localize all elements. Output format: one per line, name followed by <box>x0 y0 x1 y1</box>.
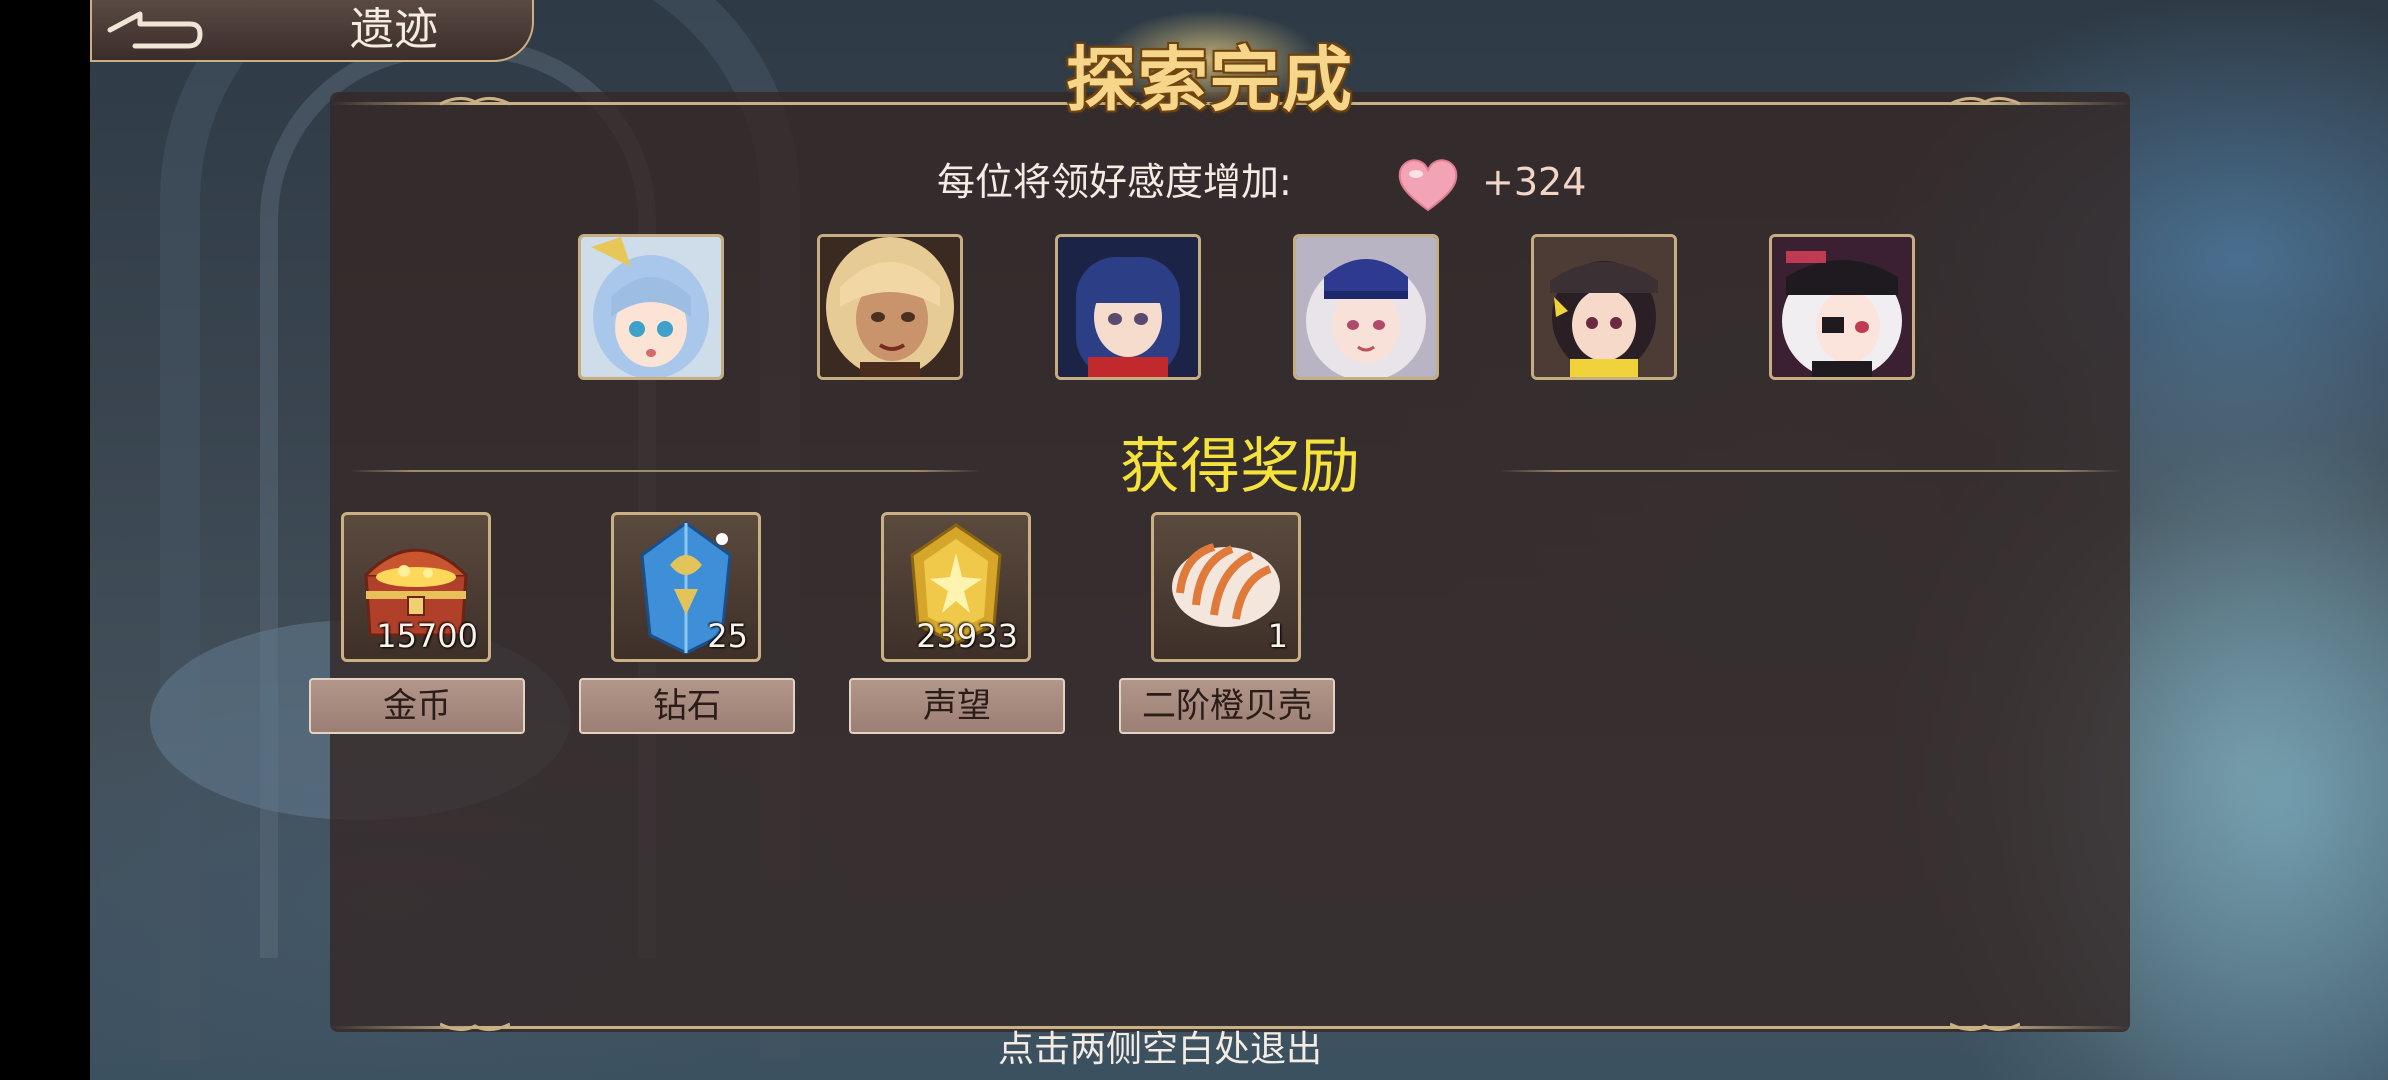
corner-ornament-icon <box>440 97 510 106</box>
reward-item-shell[interactable]: 1 <box>1151 512 1301 662</box>
reward-name-label: 金币 <box>309 678 525 734</box>
banner-title: 探索完成 <box>1066 39 1354 121</box>
character-2-avatar-icon <box>820 237 960 377</box>
reward-count: 23933 <box>916 617 1018 655</box>
character-portrait <box>817 234 963 380</box>
page-title: 遗迹 <box>350 4 438 55</box>
character-1-avatar-icon <box>581 237 721 377</box>
character-5-avatar-icon <box>1534 237 1674 377</box>
reward-divider-left <box>350 470 980 472</box>
character-3-avatar-icon <box>1058 237 1198 377</box>
character-portrait <box>1293 234 1439 380</box>
affection-label: 每位将领好感度增加: <box>937 160 1292 204</box>
exit-hint: 点击两侧空白处退出 <box>997 1029 1322 1070</box>
back-arrow-icon[interactable] <box>100 4 210 56</box>
reward-count: 15700 <box>376 617 478 655</box>
reward-section-title: 获得奖励 <box>1120 432 1360 502</box>
corner-ornament-icon <box>1950 1022 2020 1031</box>
character-portrait <box>1531 234 1677 380</box>
reward-name-label: 钻石 <box>579 678 795 734</box>
game-screen[interactable]: 遗迹 探索完成 每位将领好感度增加: +324 获得奖励 15700 25 23… <box>0 0 2388 1080</box>
completion-banner: 探索完成 <box>1060 10 1360 130</box>
character-portrait <box>1055 234 1201 380</box>
character-6-avatar-icon <box>1772 237 1912 377</box>
reward-count: 25 <box>707 617 748 655</box>
reward-item-diamond[interactable]: 25 <box>611 512 761 662</box>
heart-icon <box>1398 159 1458 212</box>
reward-item-gold[interactable]: 15700 <box>341 512 491 662</box>
character-portrait <box>578 234 724 380</box>
character-portrait <box>1769 234 1915 380</box>
reward-count: 1 <box>1267 617 1288 655</box>
reward-name-label: 二阶橙贝壳 <box>1119 678 1335 734</box>
reward-item-prestige[interactable]: 23933 <box>881 512 1031 662</box>
corner-ornament-icon <box>440 1022 510 1031</box>
affection-value: +324 <box>1482 160 1587 204</box>
corner-ornament-icon <box>1950 97 2020 106</box>
character-4-avatar-icon <box>1296 237 1436 377</box>
reward-divider-right <box>1500 470 2120 472</box>
reward-name-label: 声望 <box>849 678 1065 734</box>
